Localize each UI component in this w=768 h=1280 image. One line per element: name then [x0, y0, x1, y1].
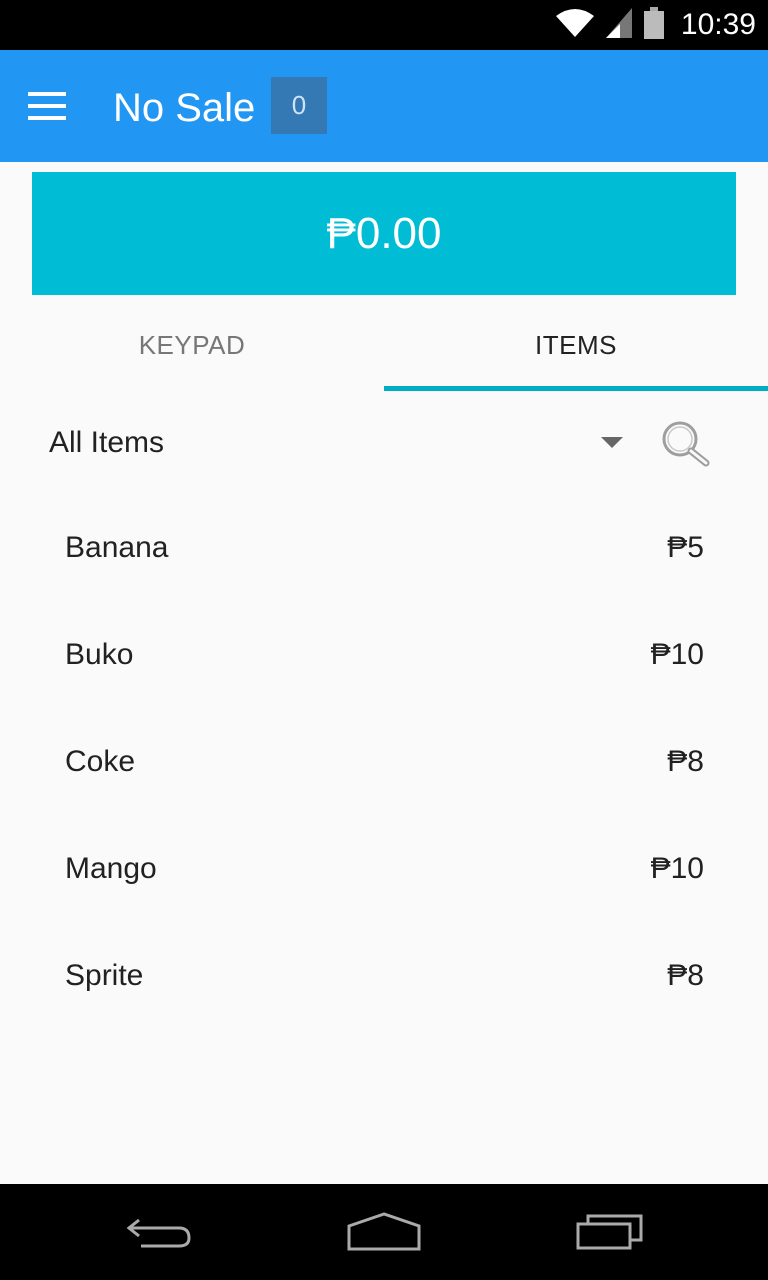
ticket-count-badge[interactable]: 0 — [271, 77, 327, 134]
wifi-icon — [555, 8, 595, 43]
item-row-buko[interactable]: Buko ₱10 — [0, 604, 768, 711]
filter-row: All Items — [0, 400, 768, 490]
search-button[interactable] — [656, 418, 712, 474]
item-price: ₱8 — [667, 745, 704, 778]
back-button[interactable] — [112, 1202, 208, 1262]
status-icons: 10:39 — [555, 0, 756, 50]
home-button[interactable] — [336, 1202, 432, 1262]
total-amount-button[interactable]: ₱0.00 — [32, 172, 736, 295]
item-price: ₱10 — [650, 852, 704, 885]
item-price: ₱8 — [667, 959, 704, 992]
item-name: Coke — [65, 745, 136, 778]
app-bar: No Sale 0 — [0, 50, 768, 162]
item-list: Banana ₱5 Buko ₱10 Coke ₱8 Mango ₱10 Spr… — [0, 497, 768, 1032]
menu-button[interactable] — [28, 80, 84, 132]
app-title: No Sale — [113, 86, 256, 130]
recent-apps-icon — [576, 1214, 643, 1250]
item-row-coke[interactable]: Coke ₱8 — [0, 711, 768, 818]
search-icon — [662, 421, 710, 467]
status-time: 10:39 — [680, 8, 756, 41]
item-name: Banana — [65, 531, 169, 564]
item-name: Sprite — [65, 959, 144, 992]
back-icon — [126, 1218, 191, 1248]
status-bar: 10:39 — [0, 0, 768, 50]
item-price: ₱10 — [650, 638, 704, 671]
item-price: ₱5 — [667, 531, 704, 564]
home-icon — [347, 1212, 421, 1251]
item-name: Buko — [65, 638, 134, 671]
category-label: All Items — [49, 426, 165, 459]
item-row-banana[interactable]: Banana ₱5 — [0, 497, 768, 604]
recent-apps-button[interactable] — [562, 1202, 658, 1262]
item-row-sprite[interactable]: Sprite ₱8 — [0, 925, 768, 1032]
tab-indicator — [384, 386, 768, 391]
tab-items[interactable]: ITEMS — [384, 300, 768, 391]
dropdown-arrow-icon — [601, 437, 623, 448]
tab-keypad[interactable]: KEYPAD — [0, 300, 384, 391]
item-name: Mango — [65, 852, 157, 885]
tab-bar: KEYPAD ITEMS — [0, 300, 768, 391]
battery-icon — [643, 6, 665, 44]
item-row-mango[interactable]: Mango ₱10 — [0, 818, 768, 925]
cell-signal-icon — [605, 7, 633, 44]
hamburger-menu-icon — [28, 92, 66, 96]
system-nav-bar — [0, 1184, 768, 1280]
